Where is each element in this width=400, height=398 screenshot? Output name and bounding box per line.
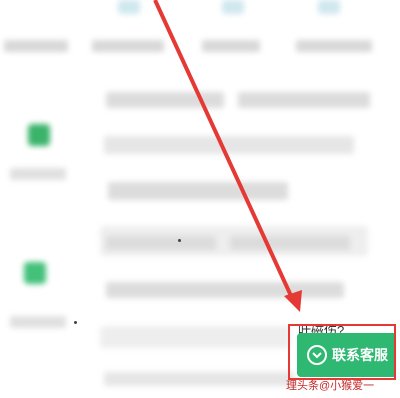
watermark: 理头条@小猴爱一 xyxy=(286,380,375,392)
arrow-shaft xyxy=(153,0,294,299)
arrowhead xyxy=(284,290,302,312)
highlight-box xyxy=(288,324,396,380)
